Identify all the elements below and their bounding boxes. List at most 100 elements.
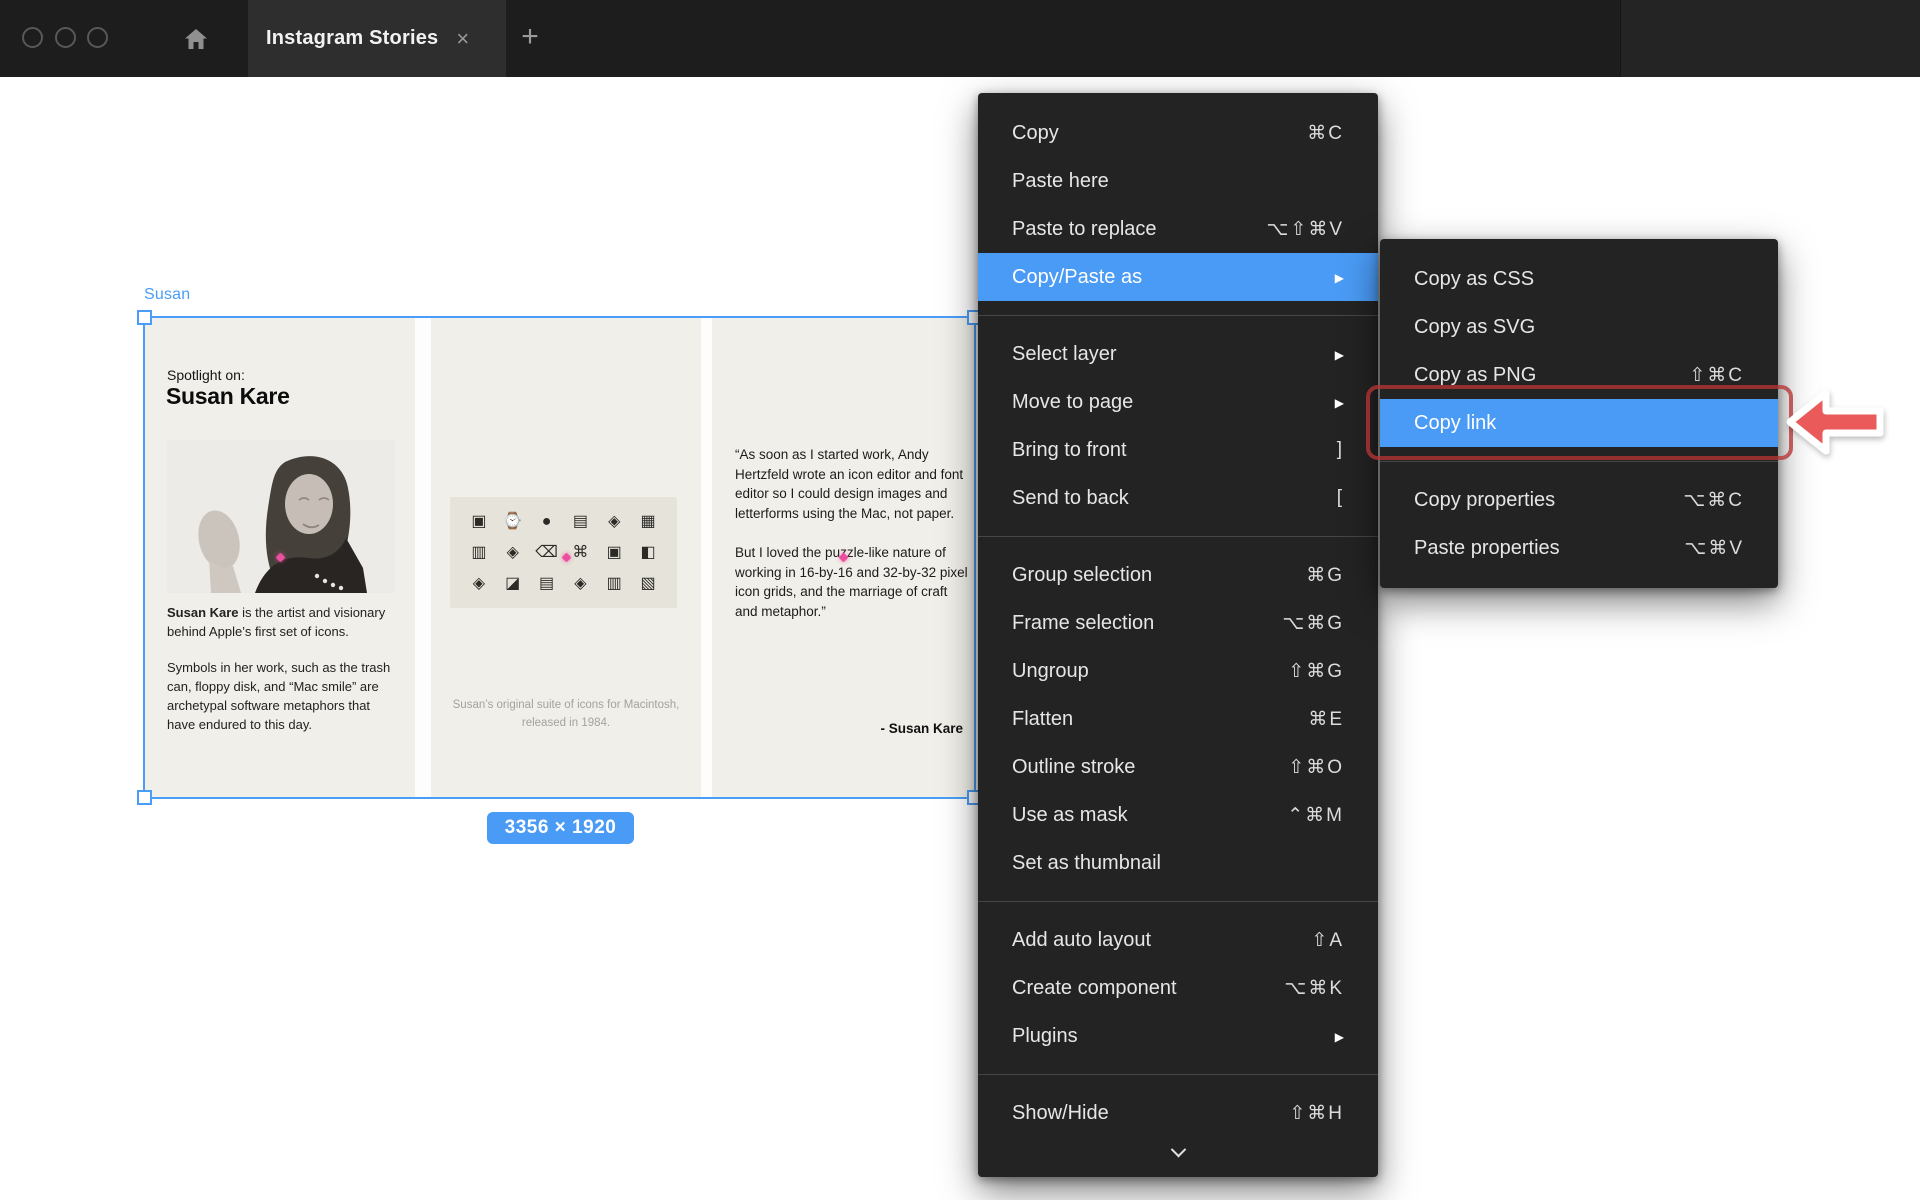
menu-item-label: Paste to replace — [1012, 218, 1249, 241]
context-menu-item-ungroup[interactable]: Ungroup⇧⌘G — [978, 647, 1378, 695]
submenu-item-copy-as-png[interactable]: Copy as PNG⇧⌘C — [1380, 351, 1778, 399]
menu-item-label: Outline stroke — [1012, 756, 1270, 779]
toolbox-icon: ▤ — [573, 514, 588, 530]
bomb-icon: ● — [542, 514, 552, 530]
quote-paragraph-1: “As soon as I started work, Andy Hertzfe… — [735, 445, 969, 523]
susan-frame[interactable]: Spotlight on: Susan Kare Susan Kare — [144, 317, 975, 798]
susan-kare-photo — [167, 440, 395, 593]
context-menu-item-use-as-mask[interactable]: Use as mask⌃⌘M — [978, 791, 1378, 839]
context-menu-item-set-as-thumbnail[interactable]: Set as thumbnail — [978, 839, 1378, 887]
menu-item-label: Add auto layout — [1012, 929, 1293, 952]
context-menu-item-paste-here[interactable]: Paste here — [978, 157, 1378, 205]
submenu-item-paste-properties[interactable]: Paste properties ⌥⌘V — [1380, 524, 1778, 572]
submenu-arrow-icon: ▶ — [1335, 1030, 1344, 1044]
floppy-disk-icon: ▦ — [641, 514, 656, 530]
home-button[interactable] — [182, 25, 210, 53]
card-stack-icon: ▤ — [539, 576, 554, 592]
submenu-item-copy-as-svg[interactable]: Copy as SVG — [1380, 303, 1778, 351]
submenu-arrow-icon: ▶ — [1335, 348, 1344, 362]
window-zoom-circle[interactable] — [87, 27, 108, 48]
quote-paragraph-2: But I loved the puzzle-like nature of wo… — [735, 543, 969, 621]
menu-item-shortcut: ⇧⌘O — [1288, 756, 1344, 779]
window-minimize-circle[interactable] — [55, 27, 76, 48]
context-menu-separator — [978, 315, 1378, 316]
dark-page-icon: ◪ — [505, 576, 520, 592]
menu-item-label: Send to back — [1012, 487, 1319, 510]
hand-diamond-icon: ◈ — [574, 576, 586, 592]
menu-item-shortcut: ⌘C — [1307, 122, 1344, 145]
menu-item-label: Paste properties — [1414, 537, 1666, 560]
watch-icon: ⌚ — [503, 514, 523, 530]
submenu-item-copy-as-css[interactable]: Copy as CSS — [1380, 255, 1778, 303]
context-menu: Copy⌘C Paste here Paste to replace ⌥⇧⌘V Copy… — [978, 93, 1378, 1177]
trash-can-icon: ⌫ — [535, 545, 558, 561]
context-menu-item-add-auto-layout[interactable]: Add auto layout⇧A — [978, 916, 1378, 964]
menu-item-shortcut: ⌥⌘V — [1684, 537, 1744, 560]
bio-paragraph-2: Symbols in her work, such as the trash c… — [167, 658, 393, 734]
leaf-icon: ▧ — [641, 576, 656, 592]
context-menu-separator — [978, 1074, 1378, 1075]
menu-item-label: Copy as SVG — [1414, 316, 1744, 339]
classic-mac-icon: ▣ — [471, 514, 486, 530]
design-canvas[interactable]: Susan Spotlight on: Susan Kare — [0, 77, 1920, 1200]
context-menu-item-frame-selection[interactable]: Frame selection⌥⌘G — [978, 599, 1378, 647]
menu-item-label: Use as mask — [1012, 804, 1269, 827]
command-key-icon: ⌘ — [572, 545, 588, 561]
submenu-item-copy-link[interactable]: Copy link — [1380, 399, 1778, 447]
context-menu-item-bring-to-front[interactable]: Bring to front] — [978, 426, 1378, 474]
menu-item-label: Show/Hide — [1012, 1102, 1271, 1125]
spotlight-headline: Susan Kare — [166, 383, 290, 410]
context-menu-item-paste-to-replace[interactable]: Paste to replace ⌥⇧⌘V — [978, 205, 1378, 253]
copy-paste-as-submenu: Copy as CSSCopy as SVGCopy as PNG⇧⌘CCopy… — [1380, 239, 1778, 588]
context-menu-item-group-selection[interactable]: Group selection⌘G — [978, 551, 1378, 599]
open-door-icon: ◧ — [641, 545, 656, 561]
context-menu-item-copy[interactable]: Copy⌘C — [978, 109, 1378, 157]
tab-instagram-stories[interactable]: Instagram Stories × — [248, 0, 506, 77]
menu-item-label: Group selection — [1012, 564, 1288, 587]
quote-block: “As soon as I started work, Andy Hertzfe… — [735, 445, 969, 621]
menu-item-shortcut: ⌥⌘G — [1282, 612, 1344, 635]
context-menu-separator — [978, 536, 1378, 537]
new-tab-button[interactable]: + — [514, 22, 546, 54]
menu-item-shortcut: ⇧⌘G — [1288, 660, 1344, 683]
bio-lead-bold: Susan Kare — [167, 605, 239, 620]
menu-item-label: Copy properties — [1414, 489, 1665, 512]
context-menu-item-plugins[interactable]: Plugins ▶ — [978, 1012, 1378, 1060]
frame-name-label[interactable]: Susan — [144, 286, 190, 304]
context-menu-item-copy-paste-as[interactable]: Copy/Paste as▶ — [978, 253, 1378, 301]
context-menu-item-flatten[interactable]: Flatten⌘E — [978, 695, 1378, 743]
document-icon: ▥ — [471, 545, 486, 561]
spotlight-eyebrow: Spotlight on: — [167, 367, 245, 383]
menu-item-shortcut: ] — [1337, 439, 1344, 461]
menu-item-label: Bring to front — [1012, 439, 1319, 462]
menu-item-label: Plugins — [1012, 1025, 1317, 1048]
menu-item-label: Paste here — [1012, 170, 1344, 193]
annotation-arrow-icon — [1780, 381, 1890, 463]
context-menu-item-create-component[interactable]: Create component⌥⌘K — [978, 964, 1378, 1012]
portrait-illustration — [167, 440, 395, 593]
hand-diamond-icon: ◈ — [507, 545, 519, 561]
menu-item-label: Copy/Paste as — [1012, 266, 1317, 289]
menu-item-label: Copy as PNG — [1414, 364, 1671, 387]
menu-item-shortcut: ⌥⌘K — [1284, 977, 1344, 1000]
submenu-separator — [1380, 461, 1778, 462]
menu-item-shortcut: ⌥⇧⌘V — [1267, 218, 1345, 241]
menu-item-label: Select layer — [1012, 343, 1317, 366]
menu-item-label: Move to page — [1012, 391, 1317, 414]
window-close-circle[interactable] — [22, 27, 43, 48]
topbar-right-segment — [1620, 0, 1920, 77]
context-menu-item-outline-stroke[interactable]: Outline stroke ⇧⌘O — [978, 743, 1378, 791]
menu-item-label: Copy as CSS — [1414, 268, 1744, 291]
context-menu-item-send-to-back[interactable]: Send to back[ — [978, 474, 1378, 522]
menu-scroll-chevron-down-icon[interactable] — [978, 1137, 1378, 1167]
context-menu-separator — [978, 901, 1378, 902]
menu-item-shortcut: ⌘E — [1308, 708, 1344, 731]
context-menu-item-show-hide[interactable]: Show/Hide⇧⌘H — [978, 1089, 1378, 1137]
mac-icons-grid: ▣⌚●▤◈▦▥◈⌫⌘▣◧◈◪▤◈▥▧ — [450, 497, 677, 608]
home-icon — [183, 26, 209, 52]
context-menu-item-select-layer[interactable]: Select layer ▶ — [978, 330, 1378, 378]
context-menu-item-move-to-page[interactable]: Move to page▶ — [978, 378, 1378, 426]
tab-close-icon[interactable]: × — [456, 28, 469, 50]
submenu-item-copy-properties[interactable]: Copy properties⌥⌘C — [1380, 476, 1778, 524]
stamped-page-icon: ▥ — [607, 576, 622, 592]
